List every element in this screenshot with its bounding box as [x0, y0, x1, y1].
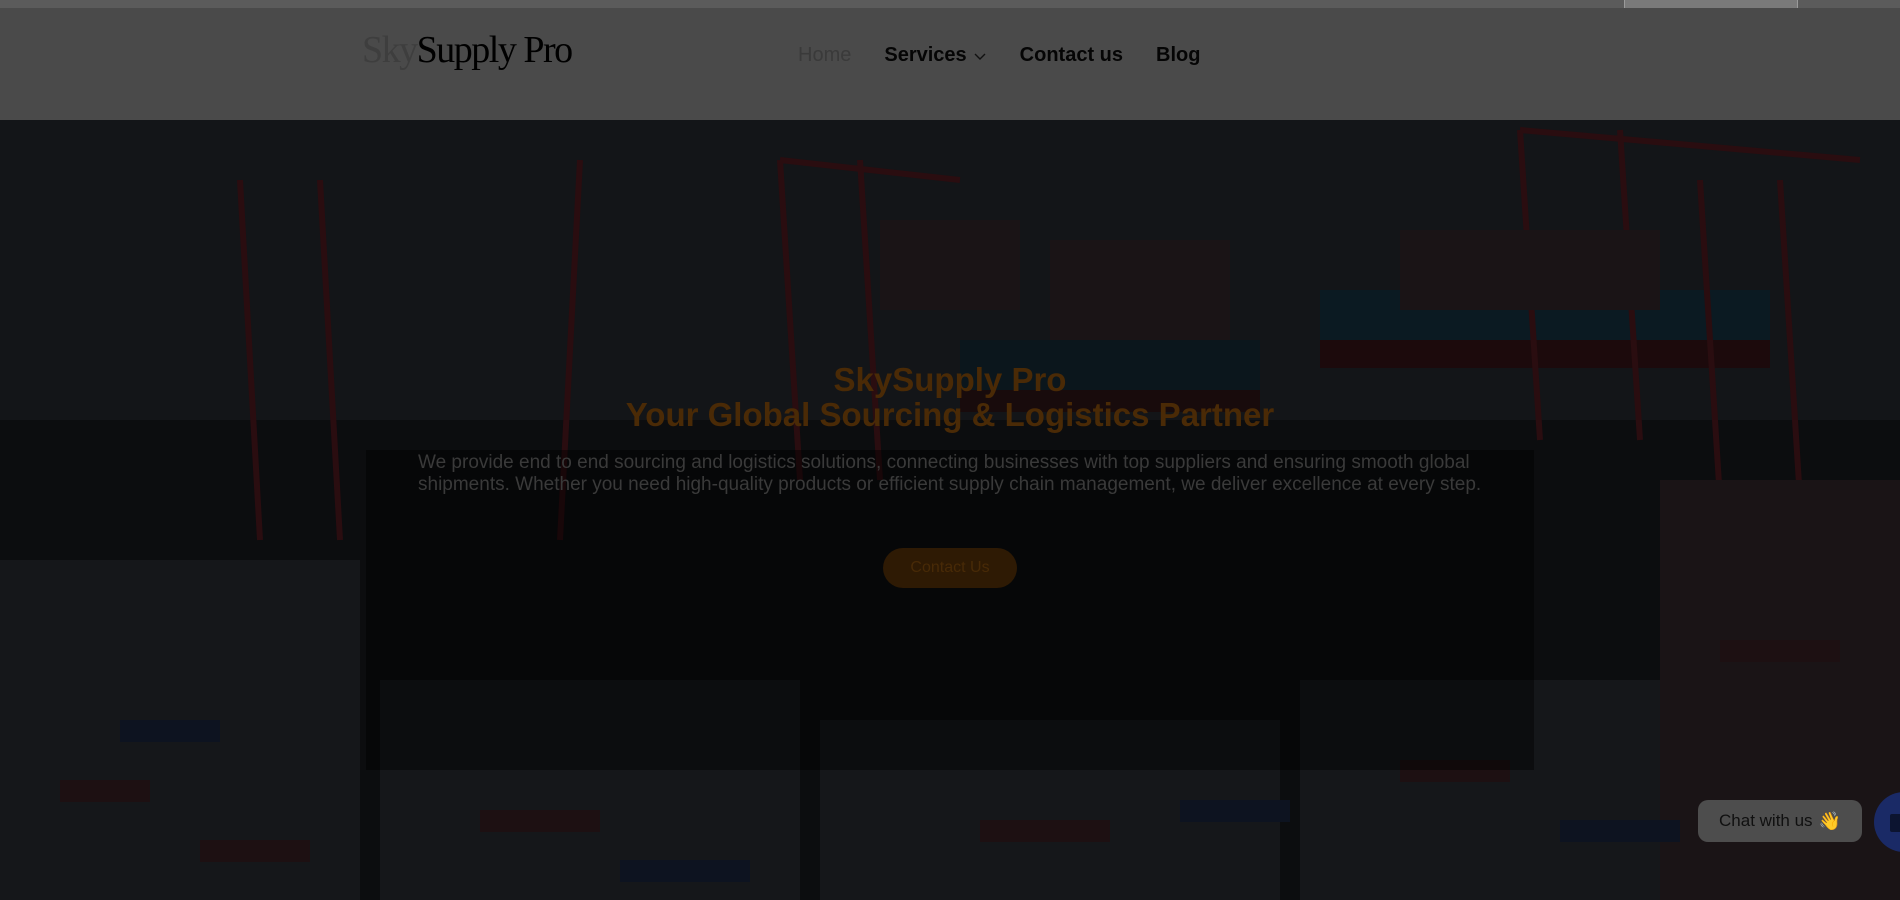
- site-logo[interactable]: SkySupply Pro: [362, 28, 573, 72]
- hero-title: SkySupply Pro: [833, 361, 1067, 398]
- nav-contact-us[interactable]: Contact us: [1020, 44, 1123, 67]
- contact-us-button[interactable]: Contact Us: [883, 548, 1017, 588]
- hero-section: [0, 120, 1900, 900]
- hero-text-panel: [366, 450, 1534, 770]
- chevron-down-icon: [974, 53, 986, 60]
- nav-services-label: Services: [884, 44, 967, 66]
- nav-home[interactable]: Home: [798, 44, 851, 67]
- waving-hand-icon: 👋: [1818, 810, 1841, 831]
- nav-contact-us-label: Contact us: [1019, 44, 1123, 66]
- nav-home-label: Home: [798, 44, 852, 66]
- chat-label: Chat with us: [1719, 811, 1813, 830]
- logo-prefix: Sky: [362, 29, 418, 71]
- nav-services[interactable]: Services: [884, 44, 986, 67]
- nav-blog-label: Blog: [1156, 44, 1201, 66]
- site-header: SkySupply Pro Home Services Contact us B…: [0, 8, 1900, 120]
- browser-top-strip: [0, 0, 1900, 8]
- nav-blog[interactable]: Blog: [1156, 44, 1200, 67]
- hero-description: We provide end to end sourcing and logis…: [418, 452, 1482, 495]
- hero-subtitle: Your Global Sourcing & Logistics Partner: [625, 396, 1275, 433]
- chat-with-us-bubble[interactable]: Chat with us 👋: [1698, 800, 1862, 842]
- chat-icon: [1890, 814, 1900, 832]
- main-nav: Home Services Contact us Blog: [798, 44, 1200, 67]
- logo-main: Supply Pro: [416, 29, 573, 71]
- language-selector[interactable]: [1624, 0, 1798, 8]
